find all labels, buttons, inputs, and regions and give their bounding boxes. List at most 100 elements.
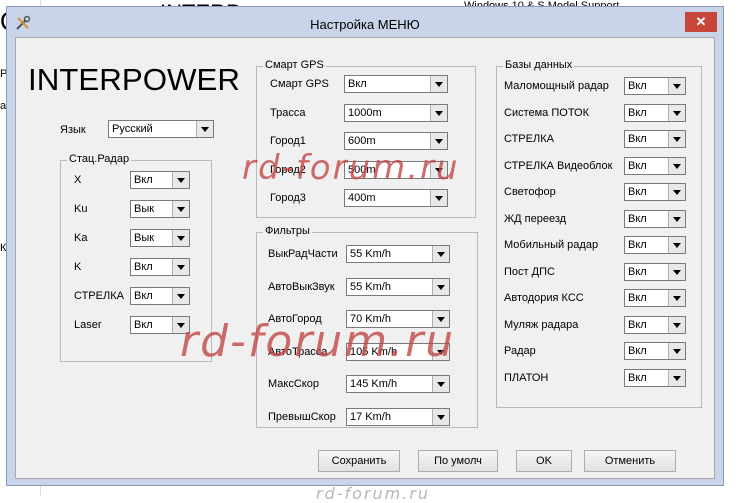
ok-button[interactable]: OK (516, 450, 572, 472)
language-select[interactable]: Русский (108, 120, 214, 138)
radar-select[interactable]: Вкл (130, 287, 190, 305)
filter-label: ВыкРадЧасти (268, 248, 338, 260)
chevron-down-icon[interactable] (668, 184, 685, 200)
filter-select[interactable]: 55 Km/h (346, 277, 450, 296)
chevron-down-icon[interactable] (432, 376, 449, 392)
radar-label: X (74, 174, 82, 186)
gps-select[interactable]: 400m (344, 189, 448, 207)
chevron-down-icon[interactable] (432, 278, 449, 295)
db-select[interactable]: Вкл (624, 315, 686, 334)
chevron-down-icon[interactable] (668, 343, 685, 359)
db-label: Муляж радара (504, 318, 579, 331)
radar-select[interactable]: Вкл (130, 258, 190, 276)
chevron-down-icon[interactable] (430, 104, 447, 121)
db-label: Светофор (504, 186, 556, 198)
db-value: Вкл (628, 106, 647, 119)
gps-value: 600m (348, 135, 376, 147)
radar-select[interactable]: Вкл (130, 171, 190, 189)
chevron-down-icon[interactable] (668, 263, 685, 280)
db-label: СТРЕЛКА Видеоблок (504, 159, 613, 172)
chevron-down-icon[interactable] (668, 316, 685, 333)
radar-label: СТРЕЛКА (74, 290, 124, 302)
filter-select[interactable]: 17 Km/h (346, 407, 450, 426)
chevron-down-icon[interactable] (196, 121, 213, 137)
filter-label: АвтоВыкЗвук (268, 280, 335, 293)
filter-select[interactable]: 55 Km/h (346, 245, 450, 263)
db-value: Вкл (628, 80, 647, 92)
chevron-down-icon[interactable] (432, 246, 449, 262)
db-value: Вкл (628, 265, 647, 278)
chevron-down-icon[interactable] (172, 230, 189, 246)
interpower-logo: INTERPOWER (28, 62, 240, 97)
chevron-down-icon[interactable] (668, 290, 685, 306)
db-value: Вкл (628, 345, 647, 357)
radar-label: Laser (74, 319, 102, 331)
radar-value: Вкл (134, 261, 153, 273)
chevron-down-icon[interactable] (172, 259, 189, 275)
chevron-down-icon[interactable] (668, 131, 685, 147)
watermark: rd-forum.ru (242, 148, 460, 188)
filters-group-title: Фильтры (263, 225, 312, 237)
chevron-down-icon[interactable] (430, 76, 447, 92)
chevron-down-icon[interactable] (430, 133, 447, 149)
db-select[interactable]: Вкл (624, 103, 686, 122)
chevron-down-icon[interactable] (668, 369, 685, 386)
default-button[interactable]: По умолч (418, 450, 498, 472)
databases-group-title: Базы данных (503, 59, 575, 71)
db-value: Вкл (628, 239, 647, 251)
radar-value: Вкл (134, 174, 153, 186)
filter-label: ПревышСкор (268, 410, 336, 423)
watermark: rd-forum.ru (180, 316, 456, 367)
window-title: Настройка МЕНЮ (310, 17, 420, 32)
chevron-down-icon[interactable] (668, 237, 685, 253)
chevron-down-icon[interactable] (668, 157, 685, 174)
chevron-down-icon[interactable] (668, 78, 685, 94)
db-label: Пост ДПС (504, 265, 555, 278)
db-label: Автодория КСС (504, 292, 584, 304)
db-select[interactable]: Вкл (624, 209, 686, 228)
save-button[interactable]: Сохранить (318, 450, 400, 472)
gps-label: Трасса (270, 106, 306, 119)
chevron-down-icon[interactable] (432, 408, 449, 425)
db-select[interactable]: Вкл (624, 130, 686, 148)
filter-select[interactable]: 145 Km/h (346, 375, 450, 393)
db-select[interactable]: Вкл (624, 183, 686, 201)
gps-group-title: Смарт GPS (263, 59, 326, 71)
filter-value: 55 Km/h (350, 248, 391, 260)
db-value: Вкл (628, 133, 647, 145)
radar-select[interactable]: Вык (130, 229, 190, 247)
gps-label: Смарт GPS (270, 78, 329, 90)
db-value: Вкл (628, 186, 647, 198)
chevron-down-icon[interactable] (172, 288, 189, 304)
gps-value: 1000m (348, 106, 382, 119)
chevron-down-icon[interactable] (172, 201, 189, 217)
db-label: ПЛАТОН (504, 371, 549, 384)
chevron-down-icon[interactable] (668, 104, 685, 121)
db-select[interactable]: Вкл (624, 342, 686, 360)
db-select[interactable]: Вкл (624, 156, 686, 175)
db-select[interactable]: Вкл (624, 262, 686, 281)
radar-label: Ku (74, 203, 88, 215)
db-select[interactable]: Вкл (624, 289, 686, 307)
close-button[interactable]: ✕ (685, 12, 717, 32)
title-bar[interactable]: Настройка МЕНЮ ✕ (7, 7, 723, 39)
gps-value: Вкл (348, 78, 367, 90)
radar-group-title: Стац.Радар (67, 153, 132, 165)
chevron-down-icon[interactable] (172, 172, 189, 188)
db-label: Маломощный радар (504, 80, 609, 92)
chevron-down-icon[interactable] (668, 210, 685, 227)
db-label: Радар (504, 345, 536, 357)
gps-value: 400m (348, 192, 376, 204)
db-value: Вкл (628, 212, 647, 225)
db-select[interactable]: Вкл (624, 236, 686, 254)
gps-label: Город1 (270, 135, 306, 147)
radar-label: K (74, 261, 82, 273)
cancel-button[interactable]: Отменить (584, 450, 676, 472)
radar-select[interactable]: Вык (130, 200, 190, 218)
filter-value: 17 Km/h (350, 410, 391, 423)
gps-select[interactable]: Вкл (344, 75, 448, 93)
chevron-down-icon[interactable] (430, 190, 447, 206)
db-select[interactable]: Вкл (624, 77, 686, 95)
gps-select[interactable]: 1000m (344, 103, 448, 122)
db-select[interactable]: Вкл (624, 368, 686, 387)
